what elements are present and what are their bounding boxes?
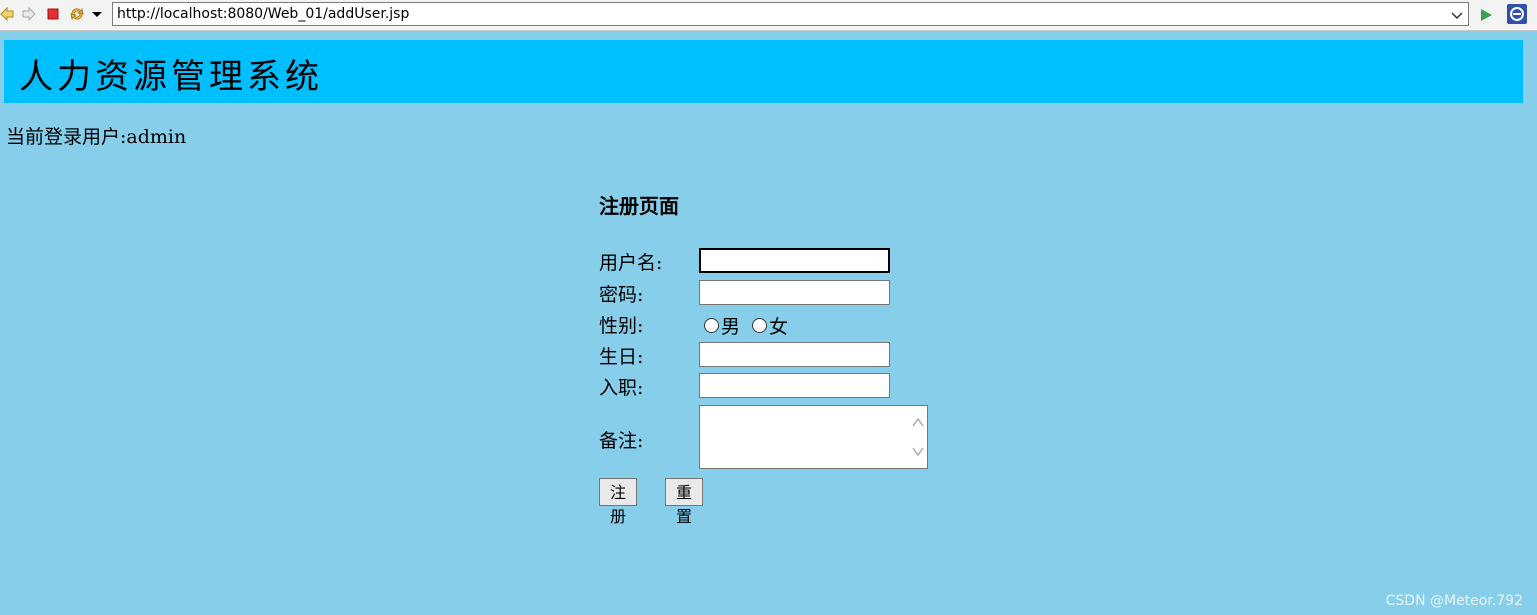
- gender-male-radio[interactable]: [704, 318, 719, 333]
- gender-label: 性别:: [599, 315, 644, 337]
- go-icon[interactable]: [1479, 7, 1493, 26]
- form-title: 注册页面: [599, 194, 679, 218]
- watermark-text: CSDN @Meteor.792: [1385, 593, 1523, 609]
- refresh-icon[interactable]: [69, 6, 85, 22]
- reset-button[interactable]: 重置: [665, 478, 704, 526]
- register-button[interactable]: 注册: [599, 478, 638, 526]
- stop-icon[interactable]: [46, 6, 60, 22]
- extension-icon[interactable]: [1507, 4, 1527, 24]
- remark-textarea[interactable]: [699, 405, 928, 469]
- hire-date-input[interactable]: [699, 373, 890, 398]
- gender-female-radio[interactable]: [752, 318, 768, 333]
- gender-male-label[interactable]: 男: [721, 312, 740, 339]
- password-input[interactable]: [699, 280, 890, 305]
- password-label: 密码:: [599, 284, 644, 306]
- browser-toolbar: http://localhost:8080/Web_01/addUser.jsp: [0, 0, 1537, 31]
- remark-label: 备注:: [599, 430, 644, 452]
- textarea-scrollbar[interactable]: [909, 406, 927, 468]
- header-banner: 人力资源管理系统: [4, 40, 1523, 103]
- dropdown-icon[interactable]: [91, 6, 103, 22]
- username-label: 用户名:: [599, 252, 663, 274]
- forward-icon[interactable]: [22, 6, 36, 22]
- birthday-input[interactable]: [699, 342, 890, 367]
- url-dropdown-icon[interactable]: [1450, 7, 1464, 21]
- hire-date-label: 入职:: [599, 377, 644, 399]
- gender-female-label[interactable]: 女: [769, 312, 788, 339]
- url-bar[interactable]: http://localhost:8080/Web_01/addUser.jsp: [112, 2, 1469, 26]
- birthday-label: 生日:: [599, 346, 644, 368]
- current-user-text: 当前登录用户:admin: [6, 126, 187, 148]
- back-icon[interactable]: [0, 6, 14, 22]
- username-input[interactable]: [699, 248, 890, 273]
- gender-radio-group: 男 女: [704, 312, 800, 339]
- url-text[interactable]: http://localhost:8080/Web_01/addUser.jsp: [117, 6, 409, 22]
- system-title: 人力资源管理系统: [19, 57, 323, 97]
